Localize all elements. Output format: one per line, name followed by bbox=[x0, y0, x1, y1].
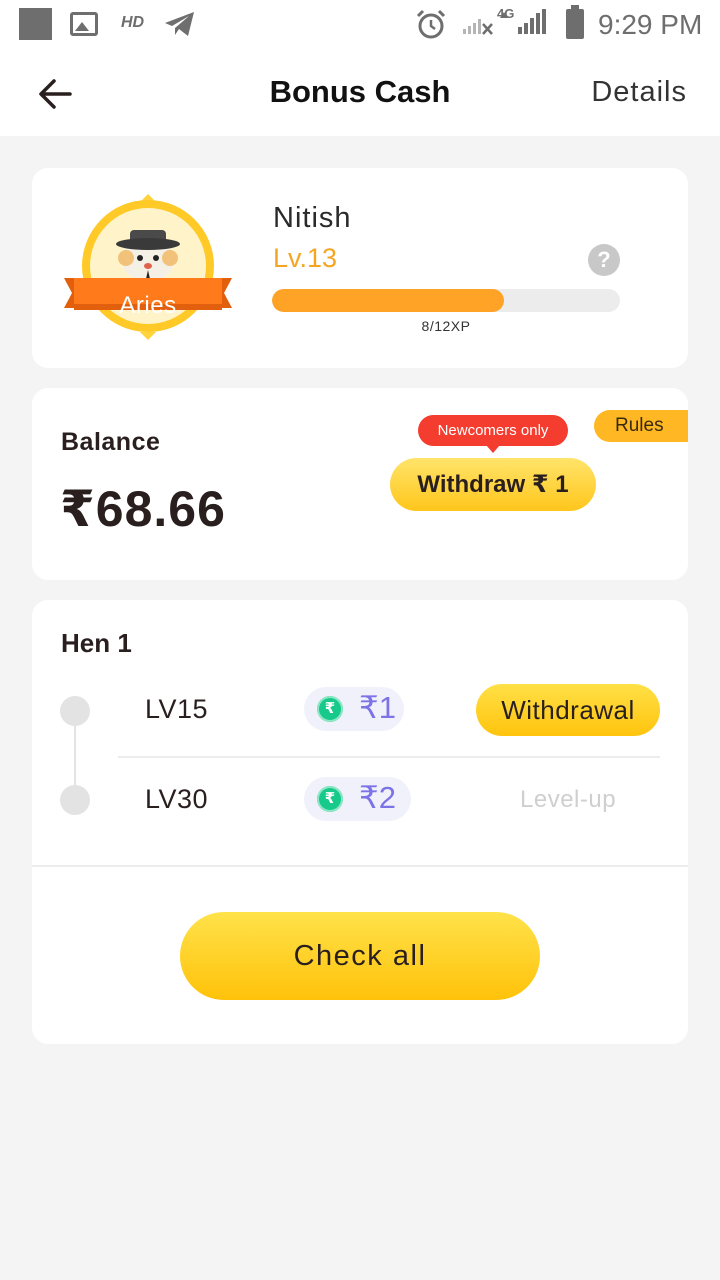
timeline-dot bbox=[60, 785, 90, 815]
details-link[interactable]: Details bbox=[591, 76, 687, 109]
card-divider bbox=[32, 865, 688, 867]
reward-amount-pill: ₹ ₹1 bbox=[304, 687, 404, 731]
help-icon[interactable]: ? bbox=[588, 244, 620, 276]
level-up-status: Level-up bbox=[520, 786, 617, 813]
row-divider bbox=[118, 756, 660, 758]
profile-card: Aries Nitish Lv.13 ? 8/12XP bbox=[32, 168, 688, 368]
reward-level: LV30 bbox=[145, 784, 209, 814]
user-level: Lv.13 bbox=[273, 243, 338, 273]
status-bar: HD 4G 9:29 PM bbox=[0, 0, 720, 50]
balance-value: ₹68.66 bbox=[60, 481, 226, 537]
image-icon bbox=[70, 12, 98, 36]
battery-icon bbox=[566, 5, 584, 39]
rules-button[interactable]: Rules bbox=[594, 410, 688, 442]
reward-amount-pill: ₹ ₹2 bbox=[304, 777, 411, 821]
alarm-icon bbox=[416, 9, 446, 39]
rupee-coin-icon: ₹ bbox=[317, 786, 343, 812]
signal-strength-icon bbox=[500, 9, 546, 34]
status-time: 9:29 PM bbox=[598, 9, 703, 40]
app-header: Bonus Cash Details bbox=[0, 50, 720, 136]
reward-level: LV15 bbox=[145, 694, 209, 724]
balance-card: Balance ₹68.66 Rules Newcomers only With… bbox=[32, 388, 688, 580]
xp-progress-bar bbox=[272, 289, 620, 312]
telegram-icon bbox=[165, 12, 194, 36]
timeline-dot bbox=[60, 696, 90, 726]
reward-amount: ₹1 bbox=[359, 690, 396, 725]
hen-card: Hen 1 LV15 ₹ ₹1 Withdrawal LV30 ₹ ₹2 Lev… bbox=[32, 600, 688, 1044]
reward-amount: ₹2 bbox=[359, 780, 396, 815]
rupee-coin-icon: ₹ bbox=[317, 696, 343, 722]
notification-square-icon bbox=[19, 8, 52, 40]
user-name: Nitish bbox=[273, 202, 352, 234]
xp-progress-fill bbox=[272, 289, 504, 312]
hd-indicator: HD bbox=[121, 14, 145, 31]
balance-label: Balance bbox=[61, 428, 161, 456]
signal-icon bbox=[463, 19, 493, 35]
newcomers-only-tag: Newcomers only bbox=[418, 415, 568, 453]
xp-text: 8/12XP bbox=[421, 318, 471, 334]
withdraw-button[interactable]: Withdraw ₹ 1 bbox=[390, 458, 596, 511]
check-all-button[interactable]: Check all bbox=[180, 912, 540, 1000]
hen-title: Hen 1 bbox=[61, 628, 132, 658]
badge-label: Aries bbox=[119, 292, 177, 319]
withdrawal-button[interactable]: Withdrawal bbox=[476, 684, 660, 736]
